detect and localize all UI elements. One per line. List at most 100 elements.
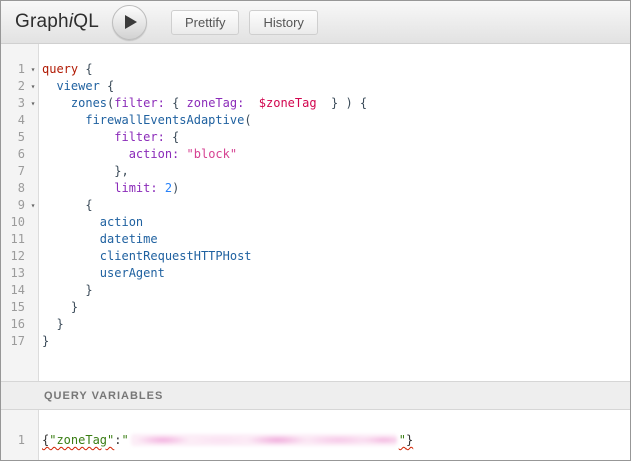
- graphiql-window: GraphiQL Prettify History 1▾query {2▾ vi…: [0, 0, 631, 461]
- code-token: [179, 147, 186, 161]
- code-token: }: [56, 317, 63, 331]
- code-token: $zoneTag: [259, 96, 317, 110]
- code-line: 9▾ {: [1, 197, 630, 214]
- fold-gutter-spacer: [27, 231, 39, 248]
- variables-code-lines: 1{"zoneTag":""}: [1, 432, 630, 449]
- code-token: "zoneTag": [49, 433, 114, 447]
- line-number: 8: [1, 180, 27, 197]
- code-token: [244, 96, 258, 110]
- code-token: }: [85, 283, 92, 297]
- fold-gutter-spacer: [27, 432, 39, 449]
- code-token: clientRequestHTTPHost: [100, 249, 252, 263]
- code-token: } ) {: [317, 96, 368, 110]
- fold-gutter-spacer: [27, 333, 39, 350]
- fold-gutter-spacer: [27, 129, 39, 146]
- fold-gutter-spacer: [27, 214, 39, 231]
- line-number: 12: [1, 248, 27, 265]
- play-icon: [125, 15, 137, 29]
- code-line: 15 }: [1, 299, 630, 316]
- code-line: 13 userAgent: [1, 265, 630, 282]
- code-token: }: [71, 300, 78, 314]
- query-editor[interactable]: 1▾query {2▾ viewer {3▾ zones(filter: { z…: [1, 44, 630, 381]
- code-token: query: [42, 62, 78, 76]
- code-token: (: [244, 113, 251, 127]
- line-number: 2: [1, 78, 27, 95]
- logo-part-ql: QL: [73, 11, 99, 32]
- fold-gutter-spacer: [27, 316, 39, 333]
- code-text: {: [39, 197, 93, 214]
- code-line: 7 },: [1, 163, 630, 180]
- code-line: 1{"zoneTag":""}: [1, 432, 630, 449]
- fold-gutter-spacer: [27, 282, 39, 299]
- code-token: action:: [129, 147, 180, 161]
- fold-arrow-icon[interactable]: ▾: [27, 61, 39, 78]
- code-token: {: [165, 130, 179, 144]
- code-line: 5 filter: {: [1, 129, 630, 146]
- code-line: 16 }: [1, 316, 630, 333]
- execute-query-button[interactable]: [112, 5, 147, 40]
- line-number: 7: [1, 163, 27, 180]
- code-text: viewer {: [39, 78, 114, 95]
- fold-gutter-spacer: [27, 265, 39, 282]
- code-token: {: [85, 198, 92, 212]
- line-number: 16: [1, 316, 27, 333]
- code-token: zones: [71, 96, 107, 110]
- code-text: {"zoneTag":""}: [39, 432, 413, 449]
- code-line: 8 limit: 2): [1, 180, 630, 197]
- line-number: 10: [1, 214, 27, 231]
- code-text: }: [39, 333, 49, 350]
- code-line: 11 datetime: [1, 231, 630, 248]
- line-number: 5: [1, 129, 27, 146]
- code-token: ): [172, 181, 179, 195]
- history-button[interactable]: History: [249, 10, 317, 35]
- line-number: 14: [1, 282, 27, 299]
- line-number: 11: [1, 231, 27, 248]
- code-token: "block": [187, 147, 238, 161]
- code-token: {: [165, 96, 187, 110]
- code-token: action: [100, 215, 143, 229]
- variables-editor[interactable]: 1{"zoneTag":""}: [1, 410, 630, 460]
- code-line: 2▾ viewer {: [1, 78, 630, 95]
- fold-arrow-icon[interactable]: ▾: [27, 95, 39, 112]
- code-token: datetime: [100, 232, 158, 246]
- code-line: 1▾query {: [1, 61, 630, 78]
- code-token: },: [114, 164, 128, 178]
- line-number: 1: [1, 61, 27, 78]
- code-line: 6 action: "block": [1, 146, 630, 163]
- graphiql-logo: GraphiQL: [15, 11, 99, 33]
- fold-arrow-icon[interactable]: ▾: [27, 78, 39, 95]
- code-token: ": [122, 433, 129, 447]
- query-variables-header[interactable]: QUERY VARIABLES: [1, 381, 630, 410]
- code-token: zoneTag:: [187, 96, 245, 110]
- code-token: firewallEventsAdaptive: [85, 113, 244, 127]
- topbar: GraphiQL Prettify History: [1, 1, 630, 44]
- line-number: 6: [1, 146, 27, 163]
- code-text: firewallEventsAdaptive(: [39, 112, 252, 129]
- code-token: userAgent: [100, 266, 165, 280]
- redacted-zone-id-value: [131, 434, 397, 446]
- fold-arrow-icon[interactable]: ▾: [27, 197, 39, 214]
- code-text: action: [39, 214, 143, 231]
- code-token: }: [42, 334, 49, 348]
- line-number: 9: [1, 197, 27, 214]
- code-token: 2: [165, 181, 172, 195]
- fold-gutter-spacer: [27, 112, 39, 129]
- code-line: 14 }: [1, 282, 630, 299]
- line-number: 17: [1, 333, 27, 350]
- line-number: 3: [1, 95, 27, 112]
- line-number: 1: [1, 432, 27, 449]
- code-token: ": [399, 433, 406, 447]
- code-text: action: "block": [39, 146, 237, 163]
- query-variables-title: QUERY VARIABLES: [44, 390, 163, 402]
- fold-gutter-spacer: [27, 299, 39, 316]
- fold-gutter-spacer: [27, 163, 39, 180]
- prettify-button[interactable]: Prettify: [171, 10, 239, 35]
- code-token: viewer: [56, 79, 99, 93]
- code-text: }: [39, 316, 64, 333]
- code-text: filter: {: [39, 129, 179, 146]
- code-text: clientRequestHTTPHost: [39, 248, 252, 265]
- code-line: 17}: [1, 333, 630, 350]
- fold-gutter-spacer: [27, 180, 39, 197]
- code-token: limit:: [114, 181, 157, 195]
- code-token: }: [406, 433, 413, 447]
